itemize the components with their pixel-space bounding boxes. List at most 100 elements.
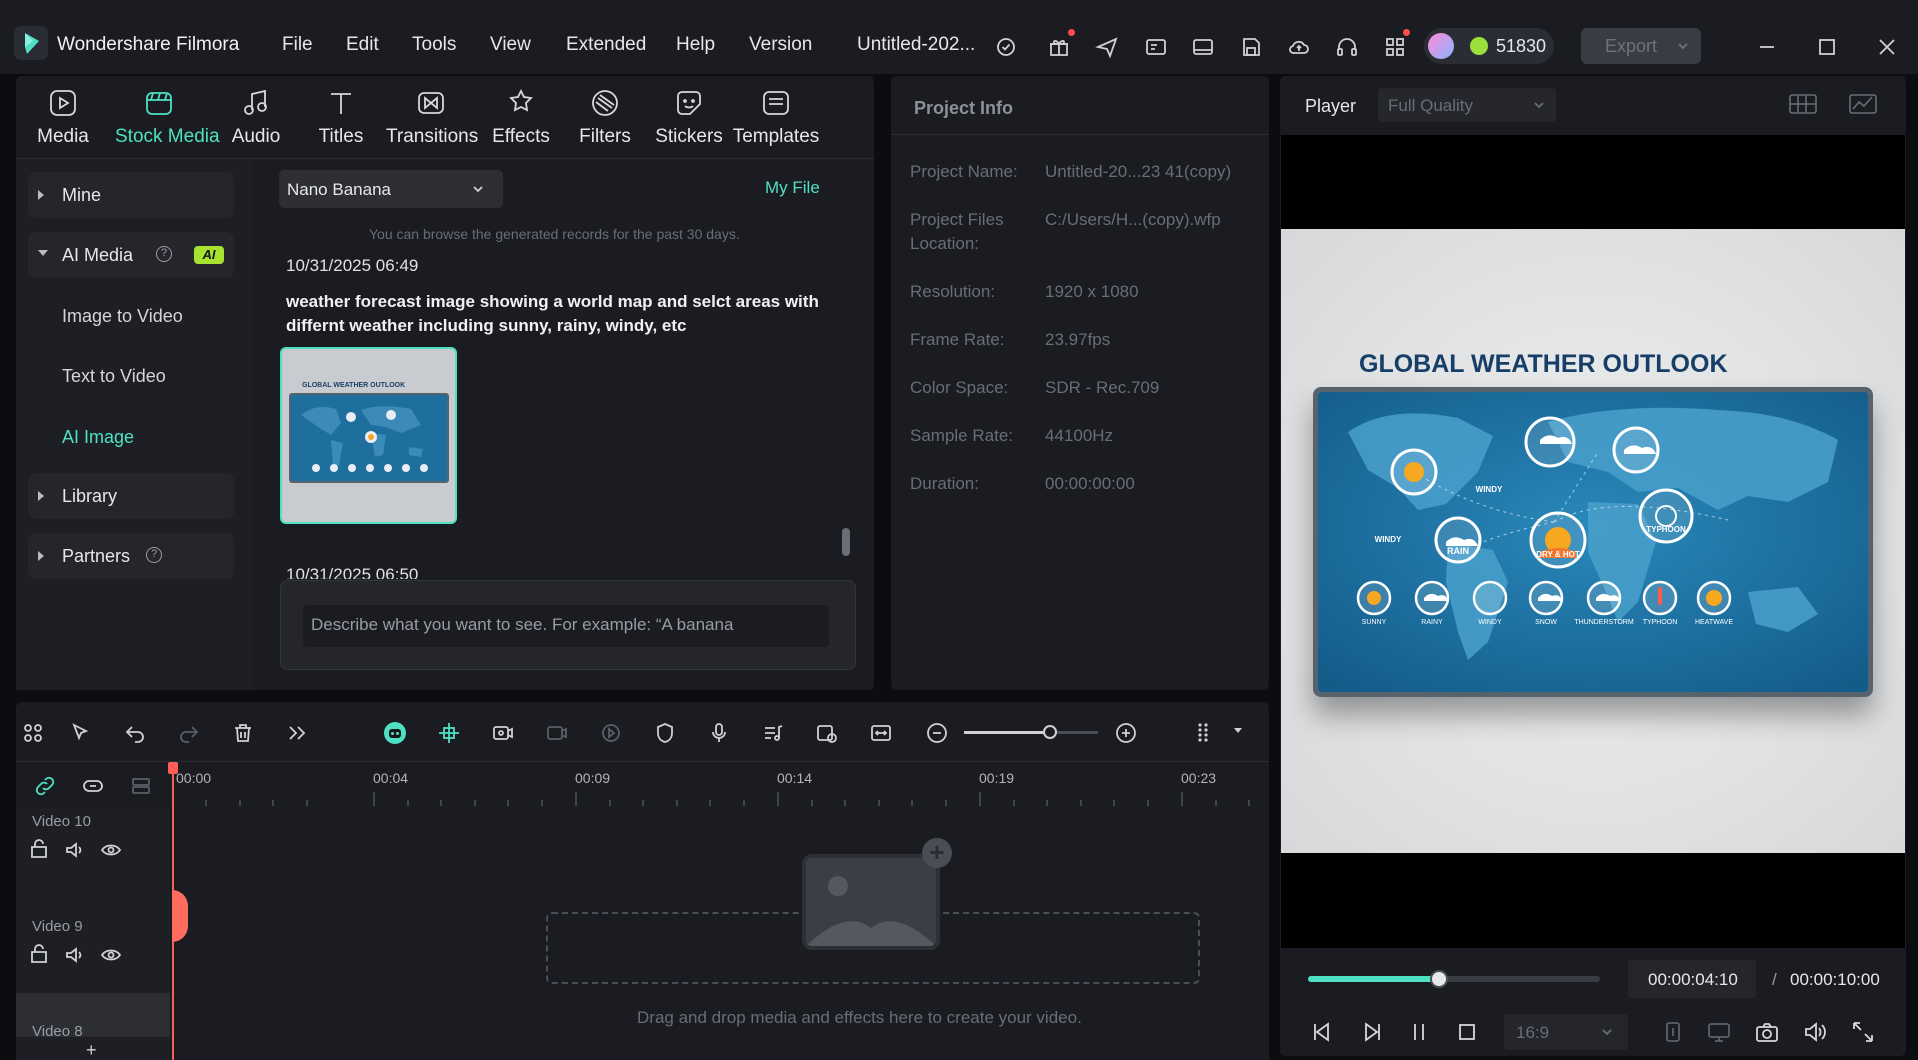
add-media-icon[interactable]: + bbox=[922, 838, 952, 868]
menu-file[interactable]: File bbox=[282, 34, 313, 56]
headset-icon[interactable] bbox=[1332, 32, 1362, 62]
eye-icon[interactable] bbox=[100, 944, 122, 966]
maximize-icon[interactable] bbox=[1812, 32, 1842, 62]
playhead-handle[interactable] bbox=[168, 762, 178, 774]
fit-timeline-icon[interactable] bbox=[866, 718, 896, 748]
preview-viewport[interactable]: GLOBAL WEATHER OUTLOOK WINDY WINDY RAIN … bbox=[1281, 135, 1905, 948]
help-icon[interactable]: ? bbox=[146, 547, 162, 563]
ai-copilot-icon[interactable] bbox=[380, 718, 410, 748]
scopes-icon[interactable] bbox=[1848, 92, 1878, 116]
group-link-icon[interactable] bbox=[78, 771, 108, 801]
project-title[interactable]: Untitled-202... bbox=[857, 34, 975, 56]
tab-filters[interactable]: Filters bbox=[561, 86, 649, 148]
tab-stickers[interactable]: Stickers bbox=[645, 86, 733, 148]
send-icon[interactable] bbox=[1092, 32, 1122, 62]
lock-icon[interactable] bbox=[28, 839, 50, 861]
model-select[interactable]: Nano Banana bbox=[279, 170, 503, 208]
display-icon[interactable] bbox=[1704, 1017, 1734, 1047]
generated-image-thumbnail[interactable]: GLOBAL WEATHER OUTLOOK bbox=[280, 347, 457, 524]
minimize-icon[interactable] bbox=[1752, 32, 1782, 62]
select-tool-icon[interactable] bbox=[66, 718, 96, 748]
layout-grid-icon[interactable] bbox=[18, 718, 48, 748]
auto-reframe-icon[interactable] bbox=[488, 718, 518, 748]
play-range-icon[interactable] bbox=[596, 718, 626, 748]
zoom-slider[interactable] bbox=[964, 725, 1098, 739]
audio-mix-icon[interactable] bbox=[758, 718, 788, 748]
aspect-select[interactable]: 16:9 bbox=[1504, 1014, 1628, 1050]
undo-icon[interactable] bbox=[120, 718, 150, 748]
timeline-ruler[interactable] bbox=[172, 762, 1269, 808]
smart-clip-icon[interactable] bbox=[812, 718, 842, 748]
add-track-icon[interactable]: + bbox=[86, 1040, 97, 1060]
sidebar-item-mine[interactable]: Mine bbox=[28, 172, 234, 218]
menu-extended[interactable]: Extended bbox=[566, 34, 646, 56]
menu-edit[interactable]: Edit bbox=[346, 34, 379, 56]
tab-transitions[interactable]: Transitions bbox=[386, 86, 478, 148]
sidebar-item-text-to-video[interactable]: Text to Video bbox=[62, 366, 166, 387]
sidebar-item-ai-image[interactable]: AI Image bbox=[62, 427, 134, 448]
cloud-upload-icon[interactable] bbox=[1284, 32, 1314, 62]
menu-help[interactable]: Help bbox=[676, 34, 715, 56]
video-effect-icon[interactable] bbox=[542, 718, 572, 748]
volume-icon[interactable] bbox=[1800, 1017, 1830, 1047]
next-frame-icon[interactable] bbox=[1357, 1017, 1387, 1047]
link-icon[interactable] bbox=[30, 771, 60, 801]
microphone-icon[interactable] bbox=[704, 718, 734, 748]
previous-frame-icon[interactable] bbox=[1307, 1017, 1337, 1047]
tab-stock-media[interactable]: Stock Media bbox=[115, 86, 220, 148]
track-manager-icon[interactable] bbox=[126, 771, 156, 801]
help-icon[interactable]: ? bbox=[156, 246, 172, 262]
save-icon[interactable] bbox=[1236, 32, 1266, 62]
quality-select[interactable]: Full Quality bbox=[1378, 88, 1556, 122]
tab-audio[interactable]: Audio bbox=[212, 86, 300, 148]
dropdown-arrow-icon[interactable] bbox=[1234, 728, 1242, 733]
eye-icon[interactable] bbox=[100, 839, 122, 861]
tab-media[interactable]: Media bbox=[19, 86, 107, 148]
apps-grid-icon[interactable] bbox=[1380, 32, 1410, 62]
sidebar-item-library[interactable]: Library bbox=[28, 473, 234, 519]
menu-tools[interactable]: Tools bbox=[412, 34, 456, 56]
playhead-marker[interactable] bbox=[172, 890, 188, 942]
quality-value: Full Quality bbox=[1388, 96, 1474, 115]
stop-icon[interactable] bbox=[1452, 1017, 1482, 1047]
tab-label: Stickers bbox=[655, 126, 723, 147]
redo-icon[interactable] bbox=[174, 718, 204, 748]
snapshot-icon[interactable] bbox=[1752, 1017, 1782, 1047]
more-tools-icon[interactable] bbox=[282, 718, 312, 748]
tasks-icon[interactable] bbox=[1141, 32, 1171, 62]
info-label: Location: bbox=[910, 234, 979, 253]
snap-icon[interactable] bbox=[434, 718, 464, 748]
track-layout-icon[interactable] bbox=[1188, 718, 1218, 748]
layout-icon[interactable] bbox=[1188, 32, 1218, 62]
zoom-in-icon[interactable] bbox=[1111, 718, 1141, 748]
playback-progress[interactable] bbox=[1308, 970, 1600, 988]
zoom-knob[interactable] bbox=[1043, 725, 1057, 739]
sidebar-item-partners[interactable]: Partners ? bbox=[28, 533, 234, 579]
speaker-icon[interactable] bbox=[64, 944, 86, 966]
mark-icon[interactable] bbox=[1658, 1017, 1688, 1047]
tab-effects[interactable]: Effects bbox=[477, 86, 565, 148]
close-icon[interactable] bbox=[1872, 32, 1902, 62]
project-name-value: Untitled-20...23 41(copy) bbox=[1045, 162, 1232, 181]
account-credits[interactable]: 51830 bbox=[1424, 28, 1554, 64]
sidebar-item-image-to-video[interactable]: Image to Video bbox=[62, 306, 183, 327]
tab-templates[interactable]: Templates bbox=[732, 86, 820, 148]
prompt-input[interactable]: Describe what you want to see. For examp… bbox=[303, 605, 829, 647]
grid-view-icon[interactable] bbox=[1788, 92, 1818, 116]
fullscreen-icon[interactable] bbox=[1848, 1017, 1878, 1047]
scrollbar-thumb[interactable] bbox=[842, 528, 850, 556]
pause-icon[interactable] bbox=[1404, 1017, 1434, 1047]
my-file-link[interactable]: My File bbox=[765, 178, 820, 198]
zoom-out-icon[interactable] bbox=[922, 718, 952, 748]
lock-icon[interactable] bbox=[28, 944, 50, 966]
menu-view[interactable]: View bbox=[490, 34, 531, 56]
delete-icon[interactable] bbox=[228, 718, 258, 748]
gift-icon[interactable] bbox=[1044, 32, 1074, 62]
speaker-icon[interactable] bbox=[64, 839, 86, 861]
preview-frame: GLOBAL WEATHER OUTLOOK WINDY WINDY RAIN … bbox=[1281, 229, 1905, 853]
sidebar-item-ai-media[interactable]: AI Media ? AI bbox=[28, 232, 234, 278]
tab-titles[interactable]: Titles bbox=[297, 86, 385, 148]
menu-version[interactable]: Version bbox=[749, 34, 812, 56]
marker-shield-icon[interactable] bbox=[650, 718, 680, 748]
export-button[interactable]: Export bbox=[1581, 28, 1701, 64]
